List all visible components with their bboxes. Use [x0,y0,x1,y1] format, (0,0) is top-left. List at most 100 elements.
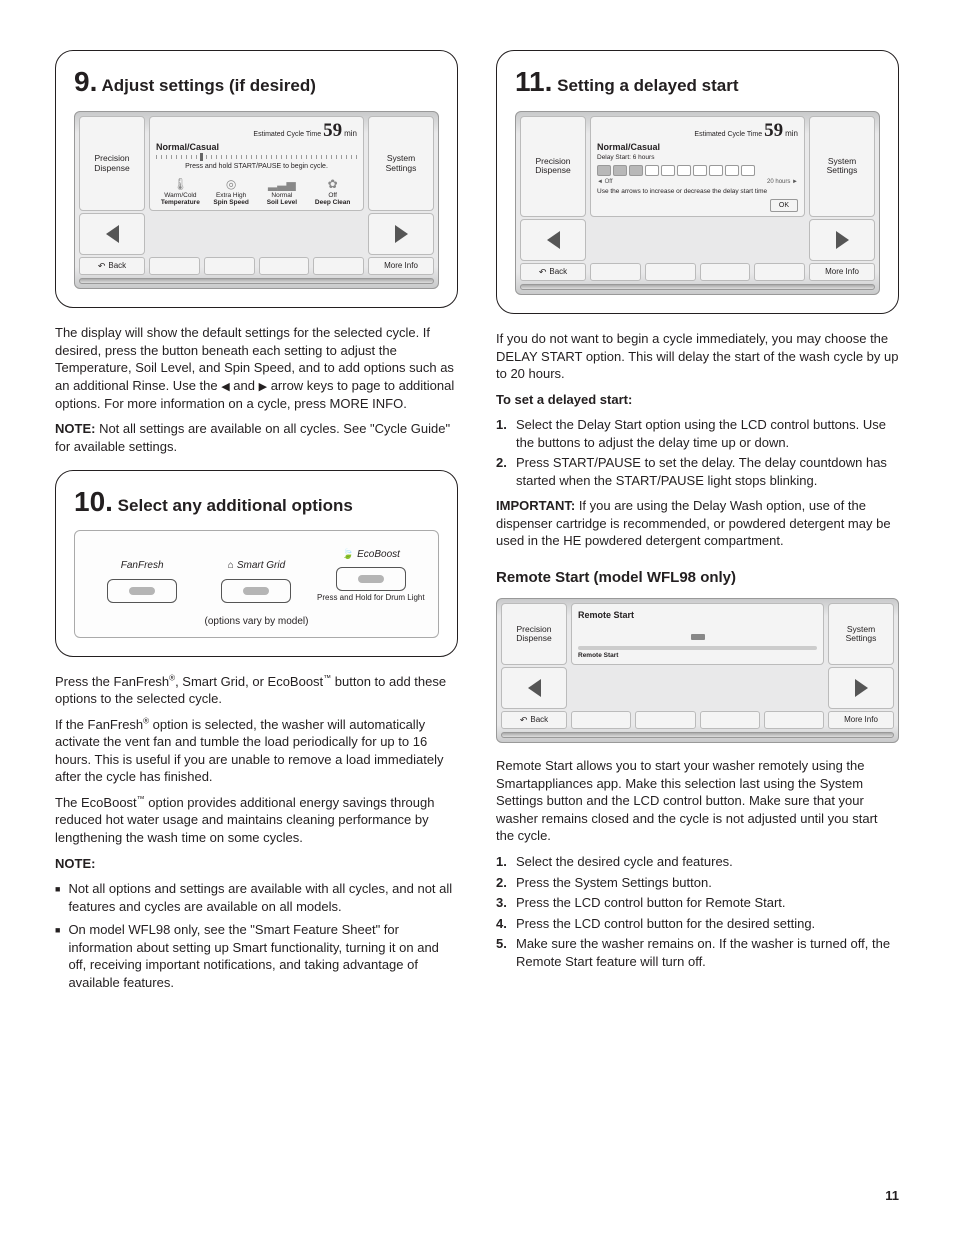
list-item: 5.Make sure the washer remains on. If th… [496,935,899,970]
setting-soil-level: ▂▃▅NormalSoil Level [258,175,307,206]
delay-off-label: ◄ Off [597,178,613,186]
leaf-icon: 🍃 [342,548,354,562]
step-11-title: 11. Setting a delayed start [515,63,880,101]
lcd-soft-button [635,711,695,729]
more-info-button: More Info [368,257,434,275]
delay-start-label: Delay Start: 6 hours [597,154,798,163]
delay-boxes [597,165,798,176]
lcd-soft-button [259,257,310,275]
step-10-bullets: Not all options and settings are availab… [55,880,458,991]
delay-steps-list: 1.Select the Delay Start option using th… [496,416,899,489]
list-item: 4.Press the LCD control button for the d… [496,915,899,933]
list-item: 2.Press the System Settings button. [496,874,899,892]
options-vary-note: (options vary by model) [85,615,428,629]
lcd-soft-button [700,263,751,281]
step-9-body: The display will show the default settin… [55,324,458,412]
remote-steps-list: 1.Select the desired cycle and features.… [496,853,899,970]
left-arrow-glyph: ◀ [221,381,229,393]
lcd-scrollbar [520,284,875,290]
step-10-p3: The EcoBoost™ option provides additional… [55,794,458,847]
option-smart-grid: ⌂Smart Grid [201,557,311,603]
step-10-p2: If the FanFresh® option is selected, the… [55,716,458,786]
step-11-lcd: Precision Dispense Estimated Cycle Time … [515,111,880,295]
step-11-box: 11. Setting a delayed start Precision Di… [496,50,899,314]
list-item: 3.Press the LCD control button for Remot… [496,894,899,912]
right-arrow-glyph: ▶ [259,381,267,393]
remote-start-softlabel: Remote Start [578,652,817,661]
step-10-note-label: NOTE: [55,855,458,873]
lcd-center: Remote Start Remote Start [571,603,824,665]
arrow-right-button [828,667,894,709]
step-11-heading: Setting a delayed start [557,76,738,95]
lcd-scrollbar [501,732,894,738]
est-label: Estimated Cycle Time [694,131,762,138]
step-10-number: 10. [74,486,113,517]
list-item: 1.Select the desired cycle and features. [496,853,899,871]
est-value: 59 [764,121,783,140]
remote-indicator-icon [691,634,705,640]
drum-light-sublabel: Press and Hold for Drum Light [316,594,426,603]
cycle-name: Normal/Casual [597,141,798,153]
back-icon: ↶ [520,714,528,726]
remote-start-title: Remote Start [578,609,817,621]
remote-start-lcd: Precision Dispense Remote Start Remote S… [496,598,899,743]
deep-clean-icon: ✿ [308,175,357,193]
arrow-left-button [79,213,145,255]
more-info-button: More Info [828,711,894,729]
est-label: Estimated Cycle Time [253,131,321,138]
precision-dispense-label: Precision Dispense [79,116,145,212]
back-icon: ↶ [98,260,106,272]
remote-body: Remote Start allows you to start your wa… [496,757,899,845]
back-icon: ↶ [539,266,547,278]
setting-temperature: 🌡Warm/ColdTemperature [156,175,205,206]
setting-deep-clean: ✿OffDeep Clean [308,175,357,206]
house-icon: ⌂ [228,559,234,573]
bullet-item: On model WFL98 only, see the "Smart Feat… [55,921,458,991]
system-settings-label: System Settings [809,116,875,217]
options-panel: FanFresh ⌂Smart Grid 🍃EcoBoost Press and… [74,530,439,637]
triangle-right-icon [395,225,408,243]
lcd-soft-button [700,711,760,729]
precision-dispense-label: Precision Dispense [520,116,586,217]
step-9-title: 9. Adjust settings (if desired) [74,63,439,101]
triangle-left-icon [547,231,560,249]
smart-grid-button [221,579,291,603]
precision-dispense-label: Precision Dispense [501,603,567,665]
lcd-soft-button [645,263,696,281]
arrow-left-button [501,667,567,709]
remote-strip [578,646,817,650]
back-button: ↶Back [79,257,145,275]
cycle-name: Normal/Casual [156,141,357,153]
more-info-button: More Info [809,263,875,281]
bullet-item: Not all options and settings are availab… [55,880,458,915]
step-9-note: NOTE: Not all settings are available on … [55,420,458,455]
remote-start-heading: Remote Start (model WFL98 only) [496,568,899,588]
list-item: 1.Select the Delay Start option using th… [496,416,899,451]
lcd-soft-button [590,263,641,281]
triangle-right-icon [836,231,849,249]
back-button: ↶Back [520,263,586,281]
settings-tick-strip [156,155,357,159]
lcd-soft-button [571,711,631,729]
step-10-box: 10. Select any additional options FanFre… [55,470,458,657]
step-9-heading: Adjust settings (if desired) [101,76,315,95]
delay-max-label: 20 hours ► [767,178,798,186]
ecoboost-button [336,567,406,591]
est-value: 59 [323,121,342,140]
arrow-left-button [520,219,586,261]
delay-hint: Use the arrows to increase or decrease t… [597,188,798,197]
step-11-number: 11. [515,66,552,97]
spin-icon: ◎ [207,175,256,193]
triangle-right-icon [855,679,868,697]
step-9-number: 9. [74,66,97,97]
list-item: 2.Press START/PAUSE to set the delay. Th… [496,454,899,489]
lcd-soft-button [754,263,805,281]
fanfresh-button [107,579,177,603]
arrow-right-button [809,219,875,261]
step-9-box: 9. Adjust settings (if desired) Precisio… [55,50,458,308]
setting-spin-speed: ◎Extra HighSpin Speed [207,175,256,206]
step-10-p1: Press the FanFresh®, Smart Grid, or EcoB… [55,673,458,708]
step-10-heading: Select any additional options [118,496,353,515]
lcd-center: Estimated Cycle Time 59 min Normal/Casua… [590,116,805,217]
step-10-title: 10. Select any additional options [74,483,439,521]
